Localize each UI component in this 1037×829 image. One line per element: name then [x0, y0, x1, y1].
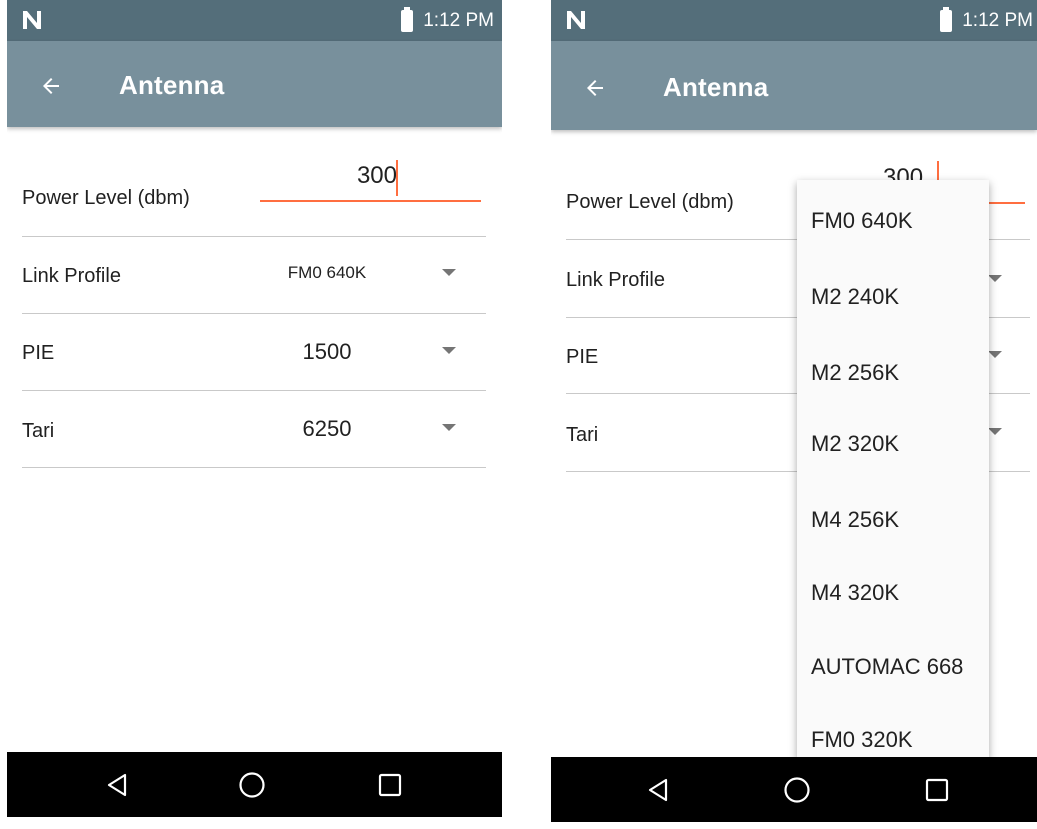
back-triangle-icon [648, 778, 668, 802]
pie-label: PIE [22, 342, 55, 364]
tari-label: Tari [566, 424, 599, 446]
input-underline [260, 200, 481, 202]
dropdown-option[interactable]: M2 240K [811, 284, 899, 310]
pie-label: PIE [566, 346, 599, 368]
network-n-icon [23, 11, 41, 29]
tari-spinner[interactable]: 6250 [262, 410, 482, 450]
pie-spinner[interactable]: 1500 [262, 333, 482, 373]
dropdown-caret-icon [442, 347, 456, 354]
divider [22, 390, 486, 391]
recents-square-icon [925, 778, 949, 802]
nav-recents-button[interactable] [916, 769, 958, 811]
status-time: 1:12 PM [962, 10, 1033, 31]
status-bar: 1:12 PM [7, 0, 502, 41]
power-level-label: Power Level (dbm) [566, 191, 734, 213]
app-bar: Antenna [551, 41, 1037, 130]
tari-value: 6250 [302, 416, 352, 441]
tari-label: Tari [22, 420, 55, 442]
power-level-input[interactable]: 300 [260, 155, 481, 203]
link-profile-spinner[interactable]: FM0 640K [262, 255, 482, 295]
app-bar: Antenna [7, 41, 502, 127]
pie-value: 1500 [302, 339, 352, 364]
status-bar: 1:12 PM [551, 0, 1037, 41]
divider [22, 313, 486, 314]
dropdown-option[interactable]: AUTOMAC 668 [811, 654, 963, 680]
home-circle-icon [239, 772, 265, 798]
back-arrow-icon [43, 78, 59, 94]
dropdown-caret-icon [442, 424, 456, 431]
dropdown-option[interactable]: FM0 640K [811, 208, 913, 234]
power-level-value: 300 [356, 162, 397, 189]
battery-icon [401, 7, 414, 32]
dropdown-caret-icon [988, 275, 1002, 282]
page-title: Antenna [663, 72, 769, 102]
back-button[interactable] [31, 66, 71, 106]
dropdown-option[interactable]: M4 320K [811, 580, 899, 606]
nav-recents-button[interactable] [369, 764, 411, 806]
antenna-screen-dropdown-open: 1:12 PM Antenna Power Level (dbm) 300 Li… [551, 0, 1037, 829]
dropdown-caret-icon [988, 428, 1002, 435]
nav-home-button[interactable] [776, 769, 818, 811]
dropdown-option[interactable]: M4 256K [811, 507, 899, 533]
navigation-bar [7, 752, 502, 817]
home-circle-icon [784, 777, 810, 803]
nav-back-button[interactable] [638, 769, 680, 811]
antenna-screen-default: 1:12 PM Antenna Power Level (dbm) 300 Li… [7, 0, 502, 829]
back-button[interactable] [575, 68, 615, 108]
back-arrow-icon [587, 80, 603, 96]
dropdown-option[interactable]: M2 256K [811, 360, 899, 386]
nav-back-button[interactable] [97, 764, 139, 806]
power-level-label: Power Level (dbm) [22, 187, 190, 209]
link-profile-dropdown-menu: FM0 640K M2 240K M2 256K M2 320K M4 256K… [797, 180, 989, 758]
network-n-icon [567, 11, 585, 29]
link-profile-label: Link Profile [566, 269, 665, 291]
link-profile-value: FM0 640K [287, 263, 367, 282]
dropdown-option[interactable]: FM0 320K [811, 727, 913, 753]
divider [22, 236, 486, 237]
dropdown-option[interactable]: M2 320K [811, 431, 899, 457]
divider [22, 467, 486, 468]
dropdown-caret-icon [988, 351, 1002, 358]
status-time: 1:12 PM [423, 10, 494, 31]
nav-home-button[interactable] [231, 764, 273, 806]
page-title: Antenna [119, 70, 225, 100]
recents-square-icon [378, 773, 402, 797]
battery-icon [940, 7, 953, 32]
back-triangle-icon [107, 773, 127, 797]
text-cursor [396, 160, 398, 196]
link-profile-label: Link Profile [22, 265, 121, 287]
navigation-bar [551, 757, 1037, 822]
dropdown-caret-icon [442, 269, 456, 276]
